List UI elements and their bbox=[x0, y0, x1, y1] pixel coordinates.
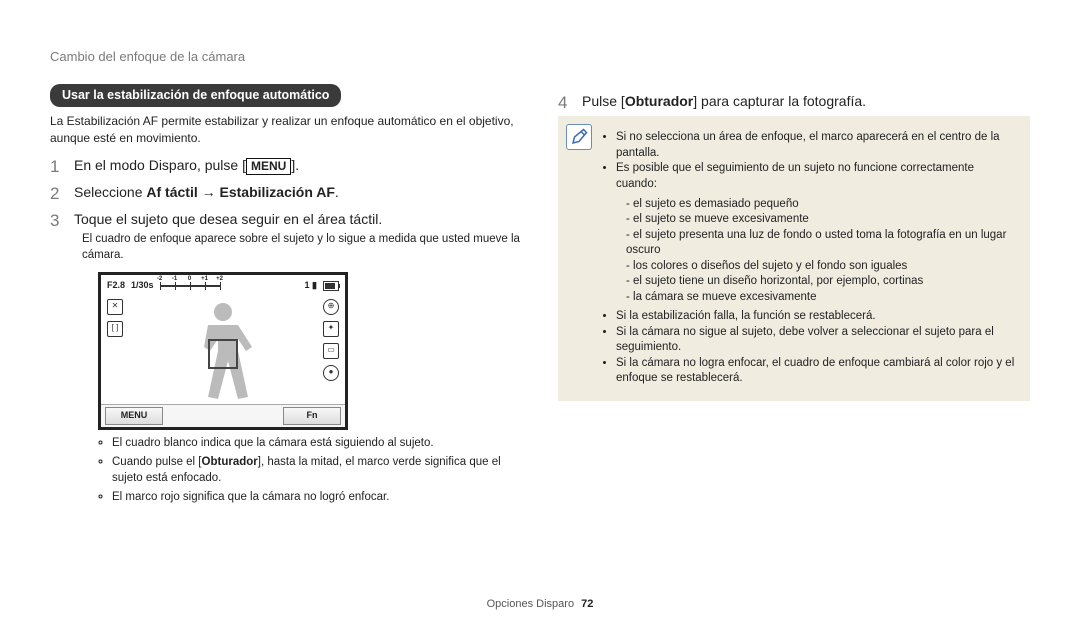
note-line-2-text: Es posible que el seguimiento de un suje… bbox=[616, 162, 974, 190]
step-1-pre: En el modo Disparo, pulse [ bbox=[74, 157, 246, 173]
bullet-red-box: El marco rojo significa que la cámara no… bbox=[112, 490, 522, 506]
aperture-label: F2.8 bbox=[107, 279, 125, 291]
step-2-b2: Estabilización AF bbox=[220, 184, 335, 200]
camera-illustration: F2.8 1/30s -2 -1 0 +1 +2 1 bbox=[98, 272, 522, 430]
step-2: Seleccione Af táctil → Estabilización AF… bbox=[50, 183, 522, 202]
step-4-pre: Pulse [ bbox=[582, 93, 625, 109]
camera-body: ✕ [ ] ⊕ ✦ ▭ ● bbox=[101, 297, 345, 405]
note-dash-1: el sujeto es demasiado pequeño bbox=[626, 197, 1016, 213]
note-line-2: Es posible que el seguimiento de un suje… bbox=[616, 161, 1016, 305]
note-line-1: Si no selecciona un área de enfoque, el … bbox=[616, 130, 1016, 161]
bullet-green-pre: Cuando pulse el [ bbox=[112, 456, 202, 468]
page: Cambio del enfoque de la cámara Usar la … bbox=[0, 0, 1080, 630]
focus-mode-icon: [ ] bbox=[107, 321, 123, 337]
focus-box bbox=[208, 339, 238, 369]
note-list: Si no selecciona un área de enfoque, el … bbox=[602, 130, 1016, 386]
footer-label: Opciones Disparo bbox=[487, 598, 574, 610]
note-dash-2: el sujeto se mueve excesivamente bbox=[626, 212, 1016, 228]
aspect-icon: ▭ bbox=[323, 343, 339, 359]
footer-page: 72 bbox=[581, 598, 593, 610]
section-pill: Usar la estabilización de enfoque automá… bbox=[50, 84, 341, 108]
step-3-sub: El cuadro de enfoque aparece sobre el su… bbox=[74, 232, 522, 263]
camera-bottombar: MENU Fn bbox=[101, 404, 345, 427]
camera-topbar: F2.8 1/30s -2 -1 0 +1 +2 1 bbox=[101, 275, 345, 297]
step-4: Pulse [Obturador] para capturar la fotog… bbox=[558, 92, 1030, 111]
note-dash-4: los colores o diseños del sujeto y el fo… bbox=[626, 259, 1016, 275]
step-4-b: Obturador bbox=[625, 93, 693, 109]
left-osd-icons: ✕ [ ] bbox=[107, 299, 123, 337]
note-dash-6: la cámara se mueve excesivamente bbox=[626, 290, 1016, 306]
note-icon bbox=[566, 124, 592, 150]
flash-off-icon: ✕ bbox=[107, 299, 123, 315]
note-dash-list: el sujeto es demasiado pequeño el sujeto… bbox=[616, 197, 1016, 306]
stabilize-icon: ✦ bbox=[323, 321, 339, 337]
steps-right: Pulse [Obturador] para capturar la fotog… bbox=[558, 92, 1030, 111]
left-column: Usar la estabilización de enfoque automá… bbox=[50, 84, 522, 506]
step-4-post: ] para capturar la fotografía. bbox=[693, 93, 866, 109]
note-dash-5: el sujeto tiene un diseño horizontal, po… bbox=[626, 274, 1016, 290]
step-2-arrow: → bbox=[198, 184, 220, 200]
camera-fn-button[interactable]: Fn bbox=[283, 407, 341, 425]
step-1-post: ]. bbox=[291, 157, 299, 173]
note-line-4: Si la cámara no sigue al sujeto, debe vo… bbox=[616, 325, 1016, 356]
ev-bar: -2 -1 0 +1 +2 bbox=[160, 281, 220, 291]
step-2-pre: Seleccione bbox=[74, 184, 146, 200]
bullet-white-box: El cuadro blanco indica que la cámara es… bbox=[112, 436, 522, 452]
columns: Usar la estabilización de enfoque automá… bbox=[50, 84, 1030, 506]
footer: Opciones Disparo 72 bbox=[0, 597, 1080, 612]
step-1: En el modo Disparo, pulse [MENU]. bbox=[50, 156, 522, 175]
drive-icon: ● bbox=[323, 365, 339, 381]
note-line-5: Si la cámara no logra enfocar, el cuadro… bbox=[616, 356, 1016, 387]
breadcrumb: Cambio del enfoque de la cámara bbox=[50, 48, 1030, 66]
step-3: Toque el sujeto que desea seguir en el á… bbox=[50, 210, 522, 506]
bullet-green-box: Cuando pulse el [Obturador], hasta la mi… bbox=[112, 455, 522, 486]
shutter-label: 1/30s bbox=[131, 279, 154, 291]
step-3-text: Toque el sujeto que desea seguir en el á… bbox=[74, 211, 382, 227]
bullet-green-b: Obturador bbox=[202, 456, 258, 468]
steps-left: En el modo Disparo, pulse [MENU]. Selecc… bbox=[50, 156, 522, 506]
mode-icon: ⊕ bbox=[323, 299, 339, 315]
right-osd-icons: ⊕ ✦ ▭ ● bbox=[323, 299, 339, 381]
right-column: Pulse [Obturador] para capturar la fotog… bbox=[558, 84, 1030, 506]
step-2-post: . bbox=[335, 184, 339, 200]
battery-icon bbox=[323, 281, 339, 291]
intro-text: La Estabilización AF permite estabilizar… bbox=[50, 113, 522, 145]
note-line-3: Si la estabilización falla, la función s… bbox=[616, 309, 1016, 325]
step-2-b1: Af táctil bbox=[146, 184, 197, 200]
note-dash-3: el sujeto presenta una luz de fondo o us… bbox=[626, 228, 1016, 259]
camera-menu-button[interactable]: MENU bbox=[105, 407, 163, 425]
count-icon: 1 ▮ bbox=[305, 279, 317, 291]
step-3-bullets: El cuadro blanco indica que la cámara es… bbox=[98, 436, 522, 506]
note-box: Si no selecciona un área de enfoque, el … bbox=[558, 116, 1030, 400]
menu-chip: MENU bbox=[246, 158, 291, 175]
camera-screen: F2.8 1/30s -2 -1 0 +1 +2 1 bbox=[98, 272, 348, 430]
